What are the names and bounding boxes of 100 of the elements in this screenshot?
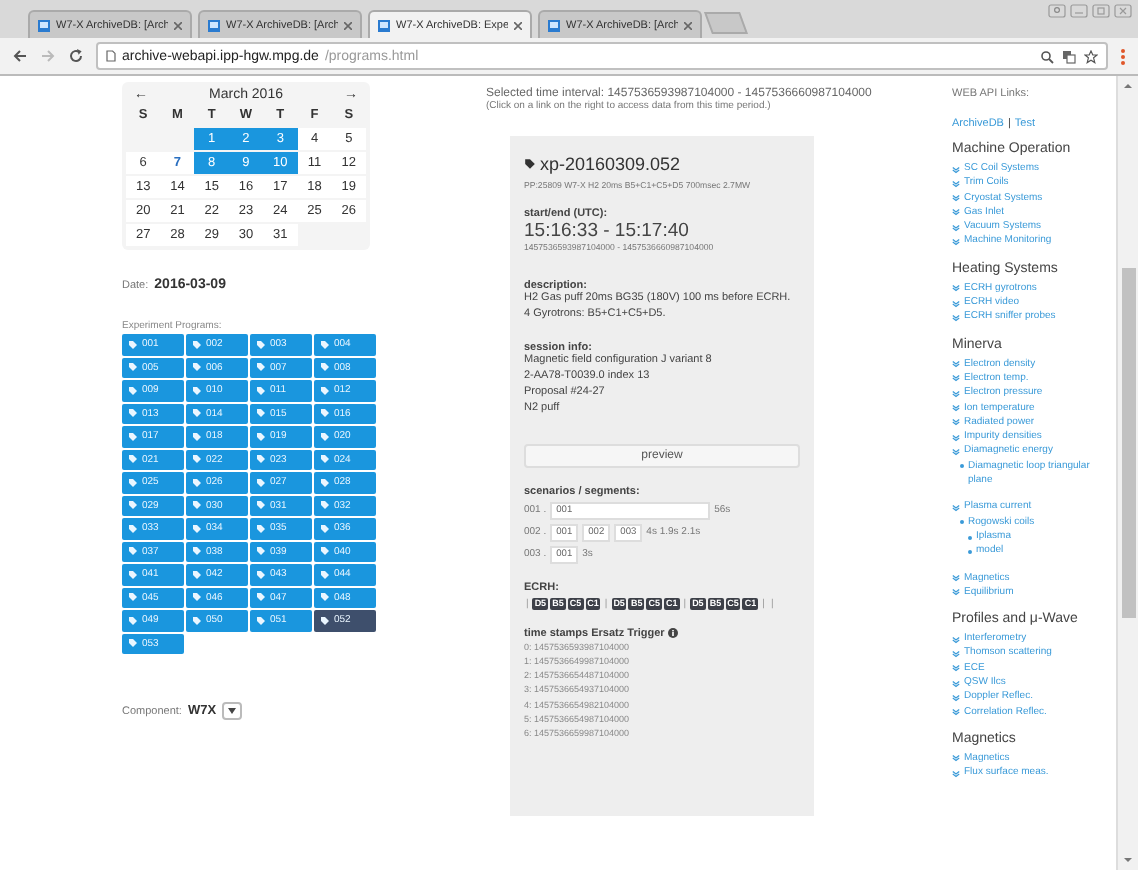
tag-icon xyxy=(192,615,202,626)
chevron-icon xyxy=(952,433,960,442)
chevron-icon xyxy=(952,664,960,673)
chevron-icon xyxy=(952,418,960,427)
tag-icon xyxy=(192,431,202,442)
chevron-icon xyxy=(952,588,960,597)
tag-icon xyxy=(192,500,202,511)
scroll-down-icon[interactable] xyxy=(1122,854,1134,866)
page-icon xyxy=(38,19,50,32)
tag-icon xyxy=(128,454,138,465)
tag-icon xyxy=(256,454,266,465)
tag-icon xyxy=(256,592,266,603)
tag-icon xyxy=(320,362,330,373)
chevron-icon xyxy=(952,389,960,398)
tag-icon xyxy=(128,385,138,396)
close-icon[interactable] xyxy=(344,21,352,30)
translate-icon[interactable] xyxy=(1062,49,1076,64)
tag-icon xyxy=(128,638,138,649)
user-icon[interactable] xyxy=(1048,4,1066,18)
maximize-icon[interactable] xyxy=(1092,4,1110,18)
tag-icon xyxy=(524,158,536,170)
page-icon xyxy=(378,19,390,32)
tag-icon xyxy=(192,454,202,465)
tag-icon xyxy=(192,523,202,534)
chevron-icon xyxy=(952,223,960,232)
tag-icon xyxy=(192,339,202,350)
chevron-icon xyxy=(952,165,960,173)
program-id: xp-20160309.052 xyxy=(540,154,681,174)
tag-icon xyxy=(320,569,330,580)
tag-icon xyxy=(128,500,138,511)
tag-icon xyxy=(192,546,202,557)
menu-icon[interactable] xyxy=(1120,47,1126,66)
close-icon[interactable] xyxy=(684,21,692,30)
close-icon[interactable] xyxy=(514,21,522,30)
chevron-icon xyxy=(952,208,960,217)
tag-icon xyxy=(128,408,138,419)
tag-icon xyxy=(320,477,330,488)
tag-icon xyxy=(256,431,266,442)
tag-icon xyxy=(256,477,266,488)
tag-icon xyxy=(256,385,266,396)
page-icon xyxy=(548,19,560,32)
tag-icon xyxy=(192,569,202,580)
star-icon[interactable] xyxy=(1084,49,1098,64)
tag-icon xyxy=(320,523,330,534)
close-icon[interactable] xyxy=(174,21,182,30)
chevron-icon xyxy=(952,360,960,369)
tag-icon xyxy=(320,546,330,557)
chevron-icon xyxy=(952,179,960,188)
tag-icon xyxy=(320,592,330,603)
tag-icon xyxy=(192,362,202,373)
tag-icon xyxy=(128,431,138,442)
zoom-icon[interactable] xyxy=(1040,49,1054,64)
tag-icon xyxy=(128,362,138,373)
tag-icon xyxy=(256,408,266,419)
tag-icon xyxy=(320,500,330,511)
tag-icon xyxy=(320,454,330,465)
chevron-icon xyxy=(952,693,960,702)
chevron-icon xyxy=(952,404,960,413)
tag-icon xyxy=(256,339,266,350)
chevron-icon xyxy=(952,447,960,456)
tag-icon xyxy=(320,408,330,419)
tag-icon xyxy=(256,546,266,557)
page-icon xyxy=(208,19,220,32)
time-range: 15:16:33 - 15:17:40 xyxy=(524,220,691,242)
chevron-icon xyxy=(952,769,960,778)
scrollbar[interactable] xyxy=(1116,76,1138,870)
chevron-icon xyxy=(952,503,960,512)
chevron-icon xyxy=(952,635,960,644)
tag-icon xyxy=(256,362,266,373)
tag-icon xyxy=(128,339,138,350)
chevron-icon xyxy=(952,374,960,383)
tag-icon xyxy=(128,546,138,557)
tag-icon xyxy=(128,615,138,626)
scroll-thumb[interactable] xyxy=(1121,268,1135,618)
chevron-icon xyxy=(952,754,960,763)
tag-icon xyxy=(192,385,202,396)
back-icon[interactable] xyxy=(12,48,28,65)
tag-icon xyxy=(128,592,138,603)
tag-icon xyxy=(256,500,266,511)
tag-icon xyxy=(320,431,330,442)
tag-icon xyxy=(256,569,266,580)
tag-icon xyxy=(256,615,266,626)
tag-icon xyxy=(320,615,330,626)
chevron-icon xyxy=(952,194,960,203)
chevron-icon xyxy=(952,299,960,308)
chevron-icon xyxy=(952,574,960,583)
tag-icon xyxy=(320,385,330,396)
chevron-icon xyxy=(952,708,960,717)
caret-icon xyxy=(228,708,237,714)
chevron-icon xyxy=(952,679,960,688)
chevron-icon xyxy=(952,649,960,658)
chevron-icon xyxy=(952,237,960,246)
tag-icon xyxy=(128,523,138,534)
scroll-up-icon[interactable] xyxy=(1122,80,1134,92)
chevron-icon xyxy=(952,284,960,293)
tag-icon xyxy=(192,408,202,419)
tag-icon xyxy=(128,477,138,488)
tag-icon xyxy=(192,592,202,603)
reload-icon[interactable] xyxy=(68,48,84,65)
info-icon[interactable] xyxy=(668,628,679,639)
